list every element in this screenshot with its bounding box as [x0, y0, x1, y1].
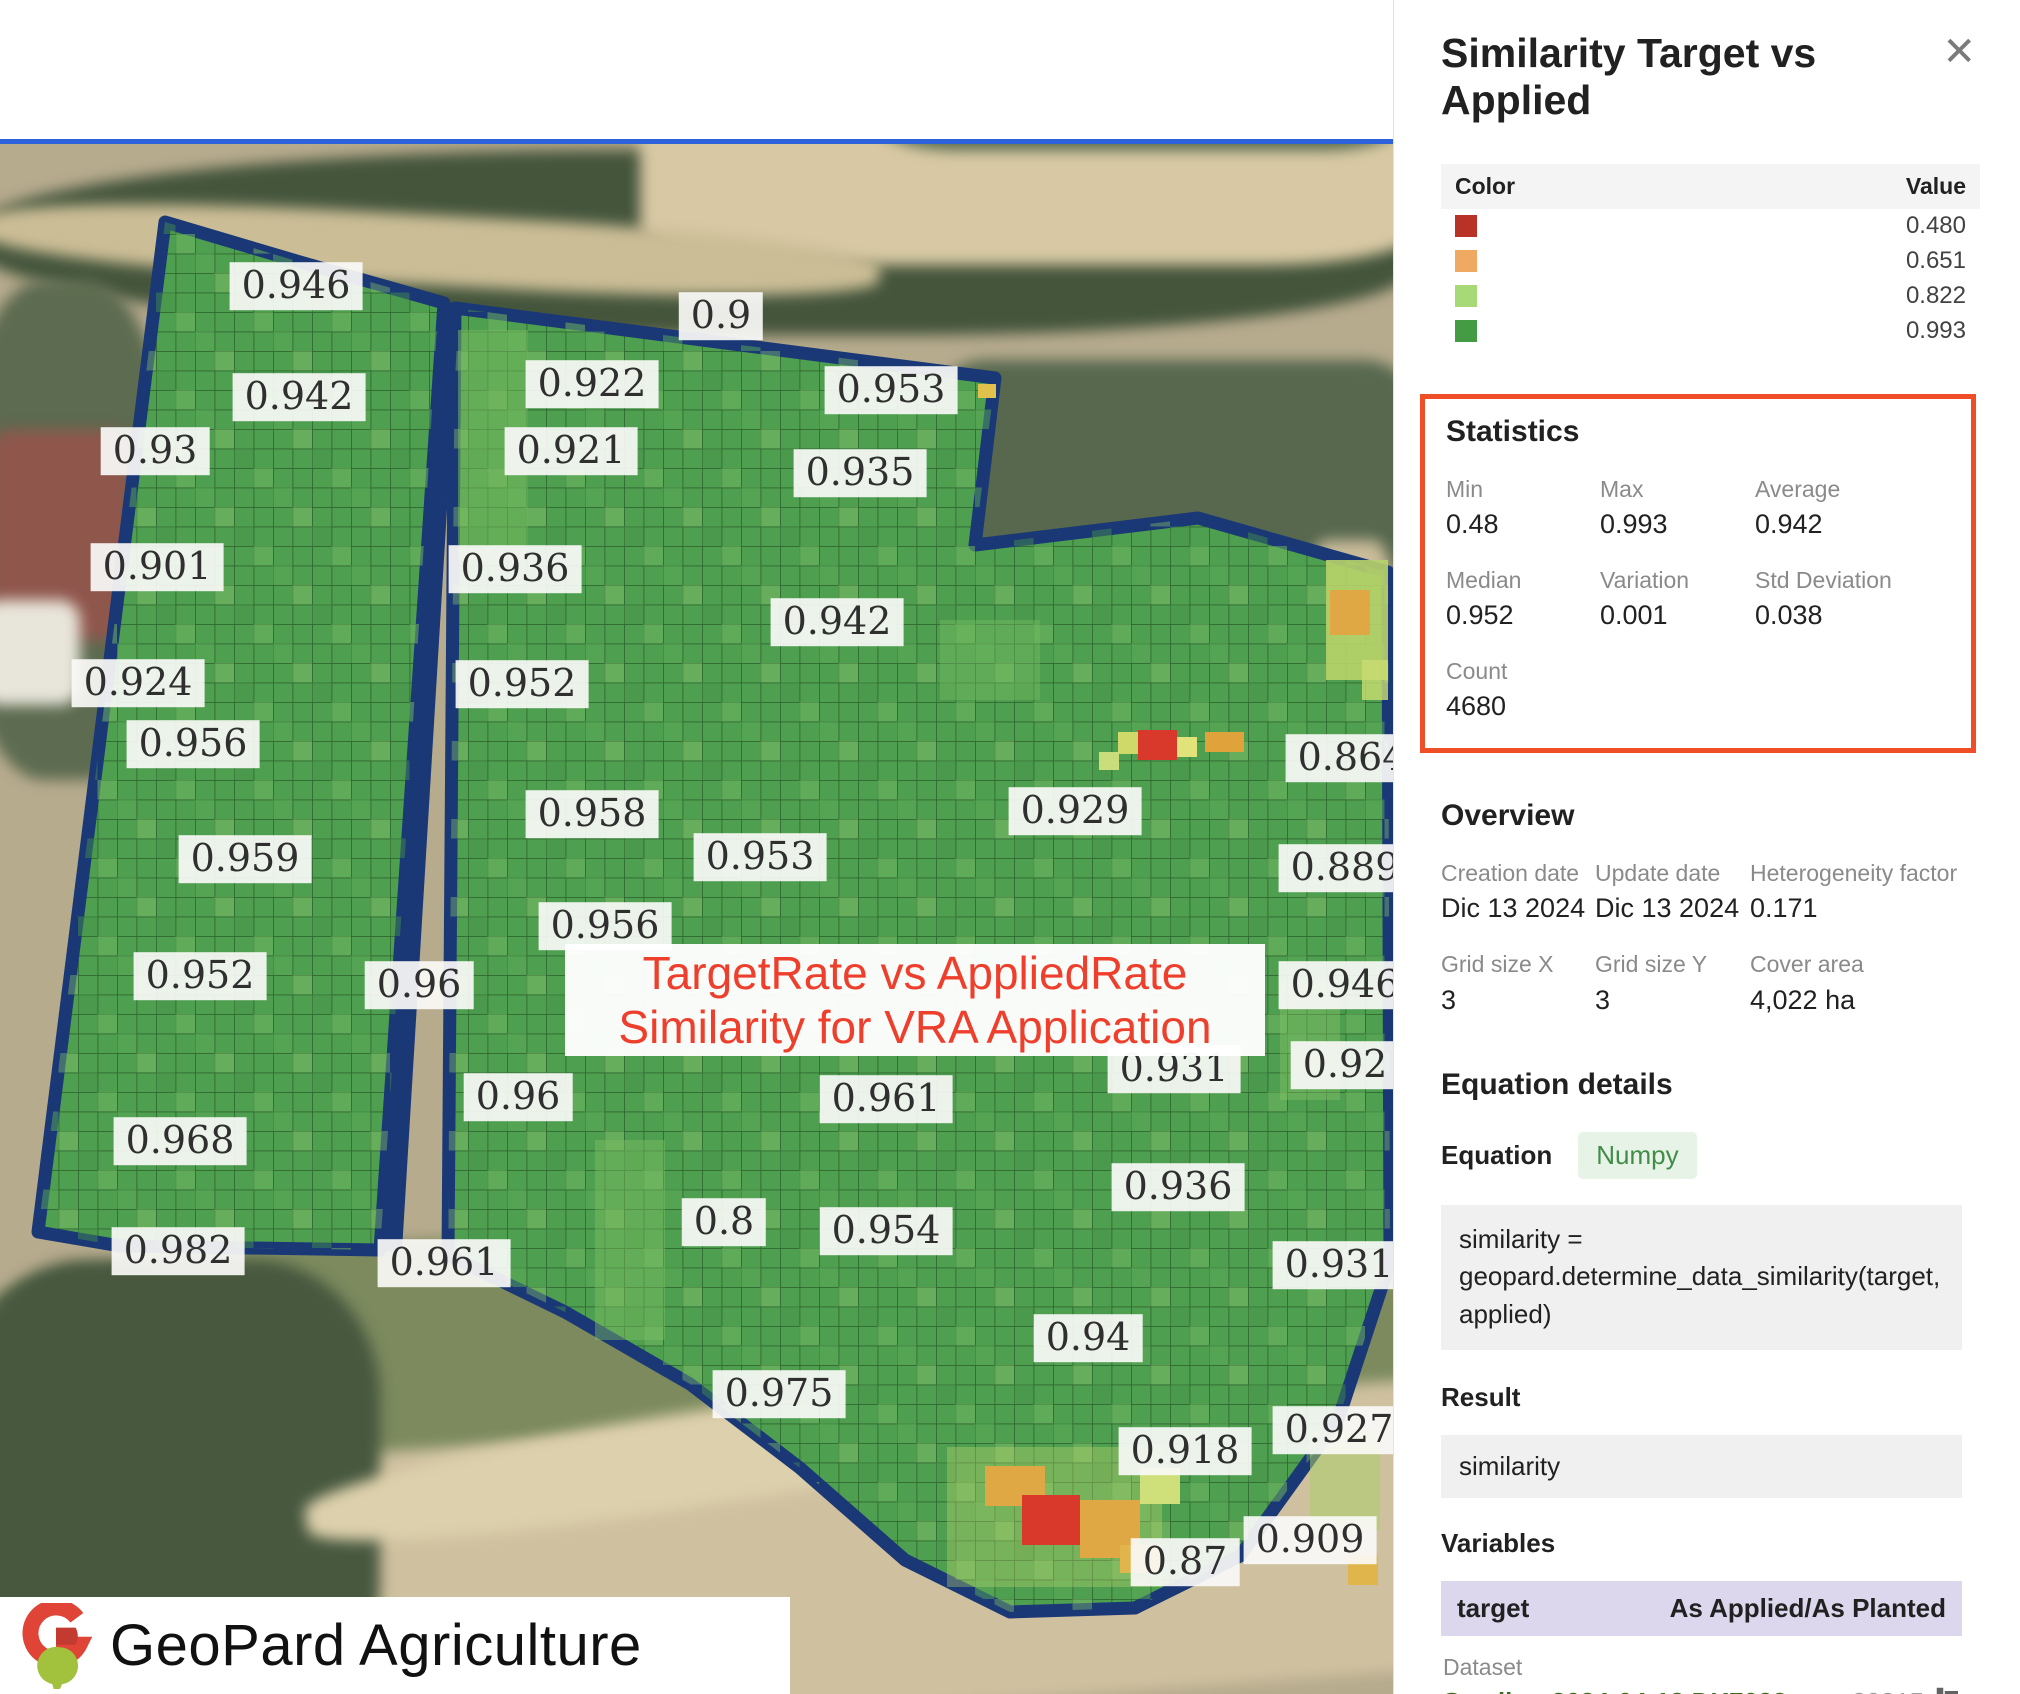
stat-max: Max0.993 — [1600, 475, 1755, 540]
map-value-label: 0.909 — [1244, 1516, 1377, 1564]
legend-value-header: Value — [1906, 173, 1966, 200]
legend-value: 0.480 — [1906, 212, 1966, 240]
map-canvas[interactable]: 0.946 0.942 0.93 0.901 0.924 0.956 0.959 0.952 0… — [0, 0, 1393, 1694]
overview-heterogeneity: Heterogeneity factor0.171 — [1750, 859, 1980, 924]
overview-heading: Overview — [1441, 799, 1980, 833]
map-value-label: 0.87 — [1131, 1538, 1240, 1586]
result-value: similarity — [1441, 1435, 1962, 1498]
variable-header-target: target As Applied/As Planted — [1441, 1581, 1962, 1636]
statistics-heading: Statistics — [1446, 415, 1951, 449]
legend-chip-green — [1455, 320, 1477, 342]
map-value-label: 0.96 — [464, 1073, 573, 1121]
map-value-label: 0.93 — [101, 427, 210, 475]
stat-median: Median0.952 — [1446, 566, 1600, 631]
map-value-label: 0.968 — [114, 1117, 247, 1165]
legend-row: 0.651 — [1441, 244, 1980, 279]
map-value-label: 0.975 — [713, 1370, 846, 1418]
result-label: Result — [1441, 1382, 1980, 1413]
variables-heading: Variables — [1441, 1528, 1980, 1559]
legend-chip-orange — [1455, 250, 1477, 272]
map-value-label: 0.952 — [134, 952, 267, 1000]
map-value-label: 0.952 — [456, 660, 589, 708]
legend-value: 0.993 — [1906, 317, 1966, 345]
stat-average: Average0.942 — [1755, 475, 1951, 540]
map-value-label: 0.92 — [1291, 1041, 1393, 1089]
overview-section: Overview Creation dateDic 13 2024 Update… — [1441, 799, 1980, 1015]
map-value-label: 0.946 — [230, 262, 363, 310]
map-value-label: 0.9 — [679, 292, 763, 340]
legend-value: 0.822 — [1906, 282, 1966, 310]
dataset-id: 20815 — [1852, 1687, 1924, 1694]
map-value-label: 0.94 — [1034, 1314, 1143, 1362]
variable-card-target: target As Applied/As Planted Dataset See… — [1441, 1581, 1980, 1694]
map-value-label: 0.929 — [1009, 787, 1142, 835]
map-value-label: 0.936 — [449, 545, 582, 593]
stat-stddev: Std Deviation0.038 — [1755, 566, 1951, 631]
map-value-label: 0.946 — [1279, 961, 1393, 1009]
map-value-label: 0.956 — [127, 720, 260, 768]
logo-bar: GeoPard Agriculture — [0, 1597, 790, 1694]
stat-count: Count4680 — [1446, 657, 1600, 722]
statistics-box: Statistics Min0.48 Max0.993 Average0.942… — [1420, 394, 1976, 753]
map-value-label: 0.942 — [771, 598, 904, 646]
map-value-label: 0.956 — [539, 902, 672, 950]
map-value-label: 0.936 — [1112, 1163, 1245, 1211]
geopard-logo-icon — [16, 1603, 96, 1689]
equation-details-heading: Equation details — [1441, 1068, 1980, 1102]
stat-variation: Variation0.001 — [1600, 566, 1755, 631]
dataset-label: Dataset — [1443, 1654, 1978, 1681]
map-value-label: 0.931 — [1273, 1241, 1393, 1289]
overview-cover-area: Cover area4,022 ha — [1750, 950, 1980, 1015]
annotation-box: TargetRate vs AppliedRate Similarity for… — [565, 944, 1265, 1056]
variable-name: target — [1457, 1593, 1529, 1624]
overview-grid-x: Grid size X3 — [1441, 950, 1595, 1015]
annotation-line1: TargetRate vs AppliedRate — [643, 946, 1188, 1000]
legend-chip-red — [1455, 215, 1477, 237]
map-value-label: 0.889 — [1279, 844, 1393, 892]
overview-update-date: Update dateDic 13 2024 — [1595, 859, 1750, 924]
map-value-label: 0.8 — [682, 1198, 766, 1246]
equation-details-section: Equation details Equation Numpy similari… — [1441, 1068, 1980, 1559]
map-value-label: 0.954 — [820, 1207, 953, 1255]
numpy-chip[interactable]: Numpy — [1578, 1132, 1696, 1179]
map-value-label: 0.953 — [825, 366, 958, 414]
map-value-label: 0.901 — [91, 543, 224, 591]
details-panel: Similarity Target vs Applied ✕ Color Val… — [1393, 0, 2020, 1694]
screen: 0.946 0.942 0.93 0.901 0.924 0.956 0.959 0.952 0… — [0, 0, 2020, 1694]
map-value-label: 0.918 — [1119, 1427, 1252, 1475]
panel-title: Similarity Target vs Applied — [1441, 30, 1938, 124]
legend-row: 0.480 — [1441, 209, 1980, 244]
overview-grid-y: Grid size Y3 — [1595, 950, 1750, 1015]
legend-row: 0.822 — [1441, 279, 1980, 314]
legend-color-header: Color — [1455, 173, 1515, 200]
equation-label: Equation — [1441, 1140, 1552, 1171]
map-value-label: 0.935 — [794, 449, 927, 497]
map-value-label: 0.942 — [233, 373, 366, 421]
map-value-label: 0.961 — [378, 1239, 511, 1287]
variable-type: As Applied/As Planted — [1670, 1593, 1946, 1624]
map-value-label: 0.958 — [526, 790, 659, 838]
map-value-label: 0.961 — [820, 1075, 953, 1123]
map-value-label: 0.921 — [505, 427, 638, 475]
map-value-label: 0.924 — [72, 659, 205, 707]
map-value-label: 0.959 — [179, 835, 312, 883]
overview-creation-date: Creation dateDic 13 2024 — [1441, 859, 1595, 924]
dataset-link[interactable]: Seeding 2024-04-12 DK7023 — [1443, 1687, 1787, 1694]
map-value-label: 0.922 — [526, 360, 659, 408]
logo-text: GeoPard Agriculture — [110, 1612, 642, 1679]
map-value-label: 0.927 — [1273, 1406, 1393, 1454]
annotation-line2: Similarity for VRA Application — [618, 1000, 1211, 1054]
map-value-label: 0.982 — [112, 1227, 245, 1275]
close-icon[interactable]: ✕ — [1938, 30, 1980, 74]
legend-row: 0.993 — [1441, 314, 1980, 349]
stat-min: Min0.48 — [1446, 475, 1600, 540]
map-value-label: 0.953 — [694, 833, 827, 881]
map-value-label: 0.864 — [1286, 734, 1393, 782]
polygon-icon[interactable] — [1936, 1687, 1962, 1694]
equation-code: similarity = geopard.determine_data_simi… — [1441, 1205, 1962, 1350]
legend-chip-lightgreen — [1455, 285, 1477, 307]
map-value-label: 0.96 — [365, 961, 474, 1009]
legend-value: 0.651 — [1906, 247, 1966, 275]
color-legend: Color Value 0.480 0.651 0.822 0.993 — [1441, 164, 1980, 349]
